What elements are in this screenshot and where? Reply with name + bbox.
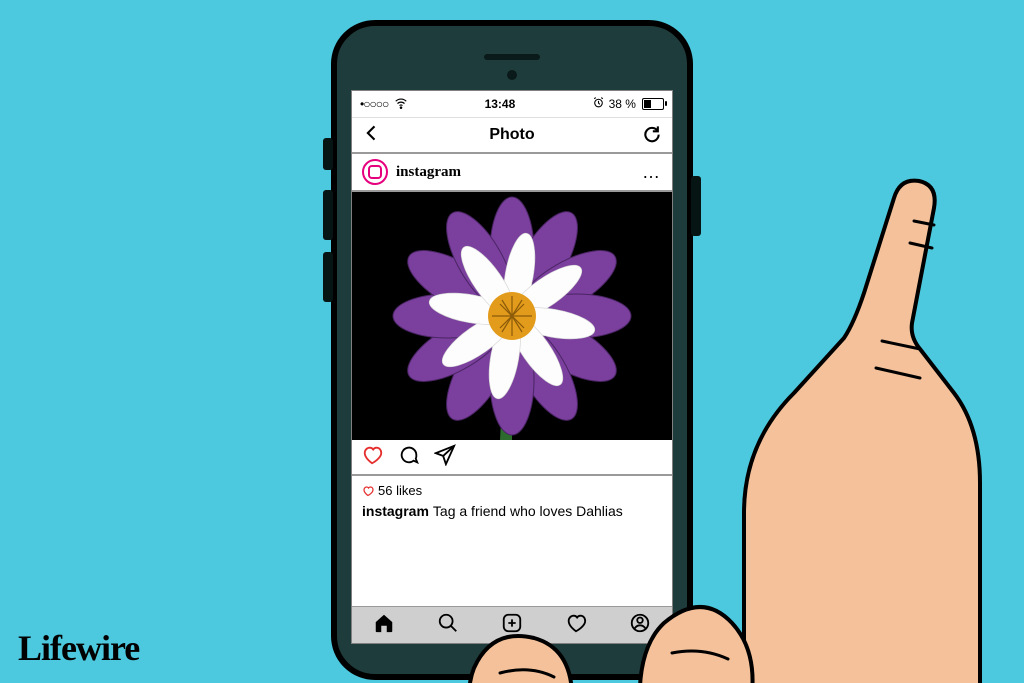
hand-illustration <box>414 93 1024 683</box>
like-button-heart-icon[interactable] <box>362 444 384 471</box>
signal-dots-icon: •○○○○ <box>360 97 388 111</box>
lifewire-logo: Lifewire <box>18 627 139 669</box>
earpiece-speaker <box>484 54 540 60</box>
illustration-stage: •○○○○ 13:48 38 % Photo <box>0 0 1024 683</box>
mute-switch <box>323 138 333 170</box>
instagram-avatar-icon[interactable] <box>362 159 388 185</box>
front-camera <box>507 70 517 80</box>
volume-up-button <box>323 190 333 240</box>
tab-home-icon[interactable] <box>373 612 395 639</box>
heart-small-icon <box>362 485 374 497</box>
volume-down-button <box>323 252 333 302</box>
back-icon[interactable] <box>362 123 382 148</box>
wifi-icon <box>394 96 408 113</box>
